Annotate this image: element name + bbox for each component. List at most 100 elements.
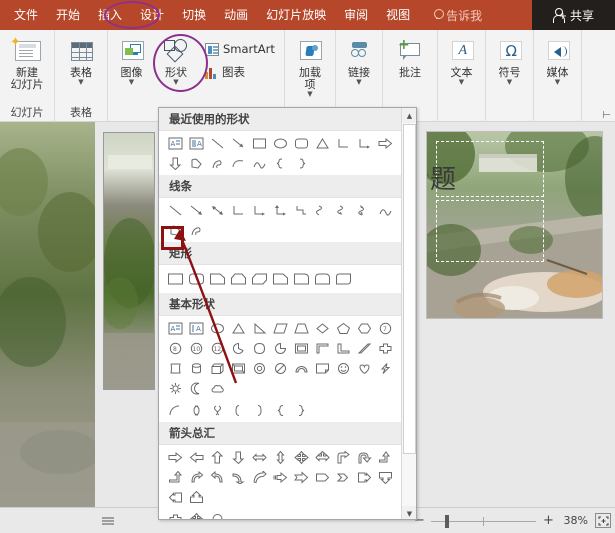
shape-left-brace[interactable] (270, 153, 291, 173)
zoom-slider-handle[interactable] (445, 514, 449, 528)
slide-canvas[interactable]: 示题 (426, 131, 603, 319)
shape-oval-basic[interactable] (207, 318, 228, 338)
tab-design[interactable]: 设计 (131, 0, 173, 30)
shape-parallelogram[interactable] (270, 318, 291, 338)
link-button[interactable]: 链接 ▼ (342, 33, 376, 86)
link-dropdown-caret-icon[interactable]: ▼ (356, 79, 361, 86)
shape-rect-snip-same-side[interactable] (228, 269, 249, 289)
shape-basic-textbox-v[interactable]: A (186, 318, 207, 338)
tab-home[interactable]: 开始 (47, 0, 89, 30)
shape-curve[interactable] (228, 153, 249, 173)
images-button[interactable]: 图像 ▼ (115, 33, 149, 86)
shape-basic-textbox[interactable]: A (165, 318, 186, 338)
shape-elbow-connector-3[interactable] (291, 200, 312, 220)
shapes-row-basic-2[interactable] (159, 400, 416, 422)
shape-rect-snip-single-corner[interactable] (207, 269, 228, 289)
shape-arrow-u-turn[interactable] (354, 447, 375, 467)
gallery-scrollbar[interactable]: ▲ ▼ (401, 108, 416, 519)
shape-arrow-notched-right[interactable] (291, 467, 312, 487)
shape-freeform[interactable] (186, 153, 207, 173)
addins-button[interactable]: 加载 项 ▼ (293, 33, 327, 98)
zoom-in-button[interactable]: + (543, 514, 554, 527)
shape-rectangle[interactable] (249, 133, 270, 153)
shapes-row-recent[interactable]: A A (159, 131, 416, 175)
shape-arrow-circular[interactable] (207, 509, 228, 519)
shape-cube[interactable] (207, 358, 228, 378)
shape-right-brace-2[interactable] (291, 400, 312, 420)
shape-decagon[interactable]: 10 (186, 338, 207, 358)
shape-arrow-quad-callout[interactable] (312, 447, 333, 467)
ribbon-pin-icon[interactable]: ⊢ (602, 110, 611, 121)
shape-donut[interactable] (249, 358, 270, 378)
shape-arrow-curved-left[interactable] (207, 467, 228, 487)
tab-review[interactable]: 审阅 (335, 0, 377, 30)
share-button[interactable]: + 共享 (532, 0, 615, 30)
addins-dropdown-caret-icon[interactable]: ▼ (307, 91, 312, 98)
shape-bevel[interactable] (228, 358, 249, 378)
shape-arrow-curved-down[interactable] (249, 467, 270, 487)
media-dropdown-caret-icon[interactable]: ▼ (555, 79, 560, 86)
symbol-dropdown-caret-icon[interactable]: ▼ (507, 79, 512, 86)
tab-animations[interactable]: 动画 (215, 0, 257, 30)
shape-cylinder[interactable] (186, 358, 207, 378)
tab-insert[interactable]: 插入 (89, 0, 131, 30)
shape-arrow-curved-right[interactable] (186, 467, 207, 487)
tell-me-box[interactable]: 告诉我 (433, 7, 482, 24)
shape-trapezoid[interactable] (291, 318, 312, 338)
shape-scribble-line[interactable] (186, 220, 207, 240)
tab-slideshow[interactable]: 幻灯片放映 (257, 0, 335, 30)
shape-arrow-striped-right[interactable] (270, 467, 291, 487)
tab-view[interactable]: 视图 (377, 0, 419, 30)
shape-line-double-arrow[interactable] (207, 200, 228, 220)
shape-lightning-bolt[interactable] (375, 358, 396, 378)
shape-cloud[interactable] (207, 378, 228, 398)
comment-button[interactable]: + 批注 (392, 33, 428, 79)
shape-curved-arrow-connector[interactable] (333, 200, 354, 220)
shape-no-symbol[interactable] (270, 358, 291, 378)
shape-rounded-rectangle[interactable] (291, 133, 312, 153)
scroll-up-arrow-icon[interactable]: ▲ (402, 108, 416, 123)
shape-line-plain[interactable] (165, 200, 186, 220)
shape-triangle-basic[interactable] (228, 318, 249, 338)
notes-view-icon[interactable] (100, 514, 116, 528)
new-slide-button[interactable]: ✦ 新建 幻灯片 (10, 33, 44, 91)
shape-cross[interactable] (375, 338, 396, 358)
fit-slide-to-window-button[interactable] (595, 513, 611, 528)
shape-elbow-double-arrow[interactable] (270, 200, 291, 220)
shape-heptagon[interactable]: 7 (375, 318, 396, 338)
shape-rect-snip-diagonal[interactable] (249, 269, 270, 289)
table-button[interactable]: 表格 ▼ (64, 33, 98, 86)
shape-left-bracket[interactable] (186, 400, 207, 420)
shape-heart[interactable] (354, 358, 375, 378)
shape-right-triangle[interactable] (249, 318, 270, 338)
symbol-button[interactable]: 符号 ▼ (493, 33, 527, 86)
chart-button[interactable]: 图表 (203, 63, 247, 81)
shape-folded-corner[interactable] (312, 358, 333, 378)
shape-right-bracket-2[interactable] (249, 400, 270, 420)
table-dropdown-caret-icon[interactable]: ▼ (78, 79, 83, 86)
shape-arc[interactable] (249, 153, 270, 173)
shape-oval[interactable] (270, 133, 291, 153)
shape-rect-rounded[interactable] (186, 269, 207, 289)
scrollbar-thumb[interactable] (403, 124, 416, 454)
shape-arrow-callout-up[interactable] (186, 487, 207, 507)
shape-elbow-connector-2[interactable] (228, 200, 249, 220)
scroll-down-arrow-icon[interactable]: ▼ (402, 506, 416, 519)
shape-arrow-curved-up[interactable] (228, 467, 249, 487)
shape-arrow-bent[interactable] (333, 447, 354, 467)
text-button[interactable]: 文本 ▼ (445, 33, 479, 86)
media-button[interactable]: 媒体 ▼ (541, 33, 575, 86)
shape-smiley-face[interactable] (333, 358, 354, 378)
shape-arrow-left-right[interactable] (249, 447, 270, 467)
content-placeholder[interactable] (436, 200, 544, 262)
shape-line-arrow[interactable] (228, 133, 249, 153)
shape-arrow-up-down[interactable] (270, 447, 291, 467)
shape-sun[interactable] (165, 378, 186, 398)
shape-l-shape[interactable] (333, 338, 354, 358)
shape-half-frame[interactable] (312, 338, 333, 358)
shape-rect-round-diagonal[interactable] (333, 269, 354, 289)
shape-freeform-line[interactable] (165, 220, 186, 240)
shape-left-brace-2[interactable] (270, 400, 291, 420)
shapes-row-rectangles[interactable] (159, 265, 416, 293)
shape-rect-round-single-corner[interactable] (291, 269, 312, 289)
